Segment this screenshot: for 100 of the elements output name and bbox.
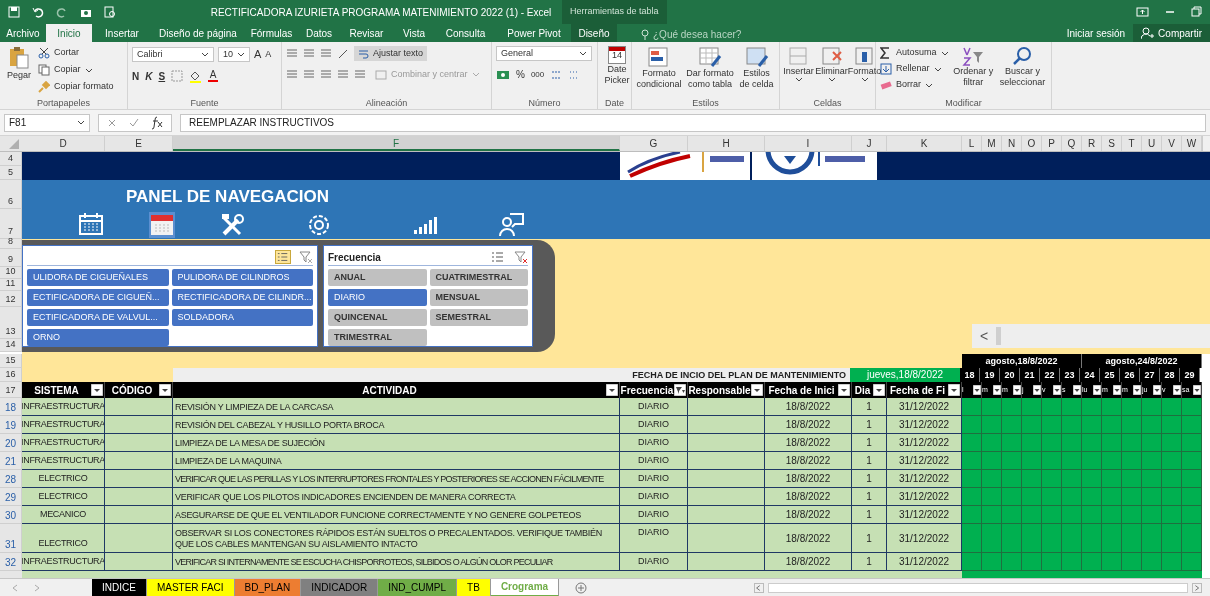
slicer-item[interactable]: QUINCENAL	[328, 309, 427, 326]
column-header[interactable]: V	[1162, 136, 1182, 151]
shrink-font-button[interactable]: A	[265, 47, 272, 61]
clear-filter-icon[interactable]	[514, 250, 528, 264]
row-header[interactable]: 12	[0, 291, 22, 307]
column-header[interactable]: M	[982, 136, 1002, 151]
dropdown-icon[interactable]	[1173, 385, 1181, 395]
caret-icon[interactable]	[201, 51, 209, 57]
horizontal-scrollbar[interactable]	[768, 582, 1188, 593]
caret-icon[interactable]	[237, 51, 245, 57]
ribbon-tab[interactable]: Revisar	[339, 24, 394, 42]
column-header[interactable]: F	[173, 136, 620, 151]
column-header[interactable]: Q	[1062, 136, 1082, 151]
slicer-item[interactable]: ULIDORA DE CIGUEÑALES	[27, 269, 169, 286]
ribbon-button[interactable]: Insertar	[784, 46, 813, 83]
dropdown-icon[interactable]	[159, 384, 171, 396]
ribbon-button[interactable]: Formato condicional	[636, 46, 683, 91]
number-format-field[interactable]: General	[496, 46, 592, 61]
column-header[interactable]: U	[1142, 136, 1162, 151]
scroll-thumb[interactable]	[996, 327, 1002, 345]
wrap-text-button[interactable]: Ajustar texto	[354, 46, 428, 61]
row-header[interactable]: 16	[0, 368, 22, 382]
caret-icon[interactable]	[794, 77, 803, 83]
column-header[interactable]: G	[620, 136, 688, 151]
timeline-scrollbar[interactable]: <	[972, 324, 1210, 348]
ribbon-tab[interactable]: Archivo	[0, 24, 46, 42]
row-header[interactable]: 6	[0, 180, 22, 209]
fill-color-icon[interactable]	[189, 69, 203, 83]
column-header[interactable]: L	[962, 136, 982, 151]
dropdown-icon[interactable]	[606, 384, 618, 396]
scroll-left-button[interactable]: <	[972, 325, 997, 347]
slicer-item[interactable]: RECTIFICADORA DE CILINDR...	[171, 289, 313, 306]
row-header[interactable]: 17	[0, 382, 22, 398]
dropdown-icon[interactable]	[1073, 385, 1081, 395]
sheet-tab[interactable]: INDICE	[92, 578, 147, 596]
row-header[interactable]: 5	[0, 166, 22, 180]
ribbon-display-icon[interactable]	[1136, 6, 1149, 18]
dropdown-icon[interactable]	[1093, 385, 1101, 395]
column-header[interactable]: P	[1042, 136, 1062, 151]
save-icon[interactable]	[8, 6, 20, 18]
sheet-tab[interactable]: IND_CUMPL	[378, 578, 458, 596]
cut-button[interactable]: Cortar	[38, 46, 114, 60]
dropdown-icon[interactable]	[1013, 385, 1021, 395]
ribbon-tab[interactable]: Power Pivot	[497, 24, 571, 42]
vertical-scrollbar[interactable]	[1202, 136, 1210, 151]
row-header[interactable]: 29	[0, 488, 22, 506]
ribbon-tab[interactable]: Consulta	[434, 24, 497, 42]
dropdown-icon[interactable]	[1153, 385, 1161, 395]
slicer-item[interactable]: MENSUAL	[429, 289, 528, 306]
ribbon-tab[interactable]: Inicio	[46, 24, 92, 42]
slicer-item[interactable]: DIARIO	[328, 289, 427, 306]
calendar-icon[interactable]	[149, 211, 175, 238]
row-header[interactable]: 14	[0, 339, 22, 352]
caret-icon[interactable]	[827, 77, 836, 83]
slicer-item[interactable]: ECTIFICADORA DE VALVUL...	[27, 309, 169, 326]
share-button[interactable]: Compartir	[1133, 24, 1210, 42]
tell-me-field[interactable]: ¿Qué desea hacer?	[641, 27, 742, 42]
clear-button[interactable]: Borrar	[880, 78, 949, 92]
slicer-item[interactable]: PULIDORA DE CILINDROS	[171, 269, 313, 286]
multi-select-icon[interactable]	[275, 250, 291, 264]
function-icon[interactable]	[151, 115, 163, 130]
undo-icon[interactable]	[32, 6, 44, 18]
font-name-field[interactable]: Calibri	[132, 46, 214, 62]
row-header[interactable]: 20	[0, 434, 22, 452]
row-header[interactable]: 8	[0, 239, 22, 249]
slicer-item[interactable]: ECTIFICADORA DE CIGUEÑ...	[27, 289, 169, 306]
cancel-icon[interactable]	[107, 117, 117, 128]
dropdown-icon[interactable]	[973, 385, 981, 395]
dropdown-icon[interactable]	[91, 384, 103, 396]
grow-font-button[interactable]: A	[254, 46, 262, 63]
clear-filter-icon[interactable]	[299, 250, 313, 264]
add-sheet-icon[interactable]	[575, 581, 588, 594]
check-icon[interactable]	[129, 117, 139, 128]
row-header[interactable]: 19	[0, 416, 22, 434]
dropdown-icon[interactable]	[751, 384, 763, 396]
row-header[interactable]: 13	[0, 307, 22, 339]
dropdown-icon[interactable]	[873, 384, 885, 396]
ribbon-tab[interactable]: Diseño de página	[152, 24, 244, 42]
sheet-tab[interactable]: BD_PLAN	[234, 578, 302, 596]
row-header[interactable]: 21	[0, 452, 22, 470]
column-header[interactable]: R	[1082, 136, 1102, 151]
row-header[interactable]: 4	[0, 152, 22, 166]
slicer-item[interactable]: SEMESTRAL	[429, 309, 528, 326]
caret-icon[interactable]	[860, 77, 869, 83]
filter-icon[interactable]	[674, 384, 686, 396]
column-header[interactable]: N	[1002, 136, 1022, 151]
formula-field[interactable]: REEMPLAZAR INSTRUCTIVOS	[180, 113, 1206, 132]
dropdown-icon[interactable]	[993, 385, 1001, 395]
font-size-field[interactable]: 10	[218, 46, 250, 62]
find-select-button[interactable]: Buscar y seleccionar	[997, 46, 1047, 89]
slicer-item[interactable]: ORNO	[27, 329, 169, 346]
sheet-tab[interactable]: MASTER FACI	[146, 578, 235, 596]
row-header[interactable]: 32	[0, 553, 22, 571]
sort-filter-button[interactable]: Ordenar y filtrar	[952, 46, 994, 89]
fill-button[interactable]: Rellenar	[880, 62, 949, 76]
column-header[interactable]: I	[765, 136, 852, 151]
dropdown-icon[interactable]	[948, 384, 960, 396]
thousands-button[interactable]: 000	[530, 68, 545, 81]
dropdown-icon[interactable]	[838, 384, 850, 396]
column-header[interactable]: H	[688, 136, 765, 151]
